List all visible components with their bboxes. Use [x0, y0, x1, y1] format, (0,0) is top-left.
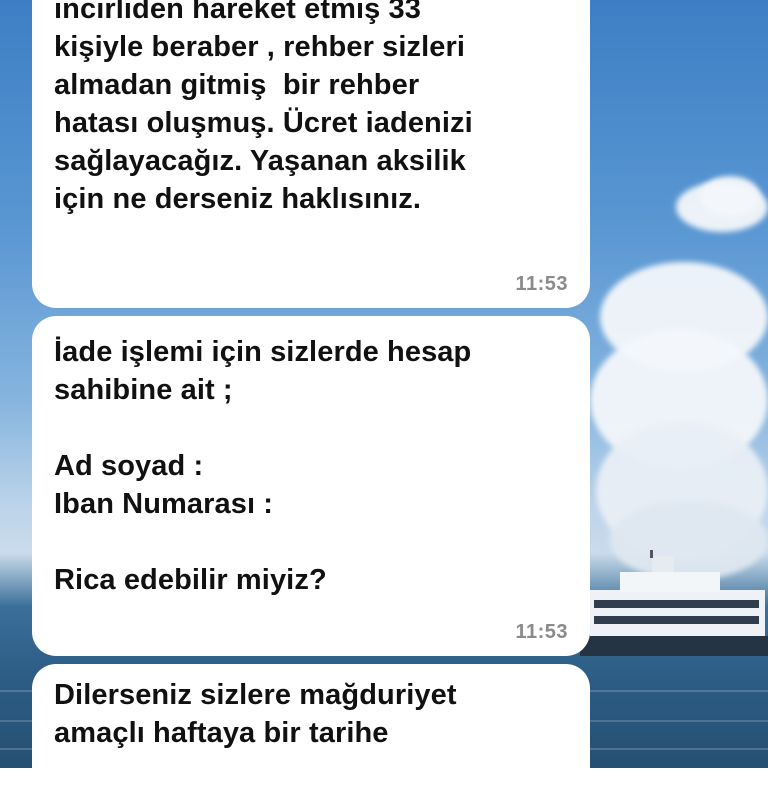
message-timestamp: 11:53: [515, 273, 568, 295]
message-text: Dilerseniz sizlere mağduriyet amaçlı haf…: [54, 679, 457, 749]
message-text: incirliden hareket etmiş 33 kişiyle bera…: [54, 0, 473, 215]
message-timestamp: 11:53: [515, 621, 568, 643]
cloud: [700, 176, 760, 216]
ferry-boat: [580, 550, 768, 656]
message-bubble[interactable]: İade işlemi için sizlerde hesap sahibine…: [32, 316, 590, 656]
message-bubble[interactable]: Dilerseniz sizlere mağduriyet amaçlı haf…: [32, 664, 590, 804]
message-bubble[interactable]: incirliden hareket etmiş 33 kişiyle bera…: [32, 0, 590, 308]
message-text: İade işlemi için sizlerde hesap sahibine…: [54, 336, 472, 596]
